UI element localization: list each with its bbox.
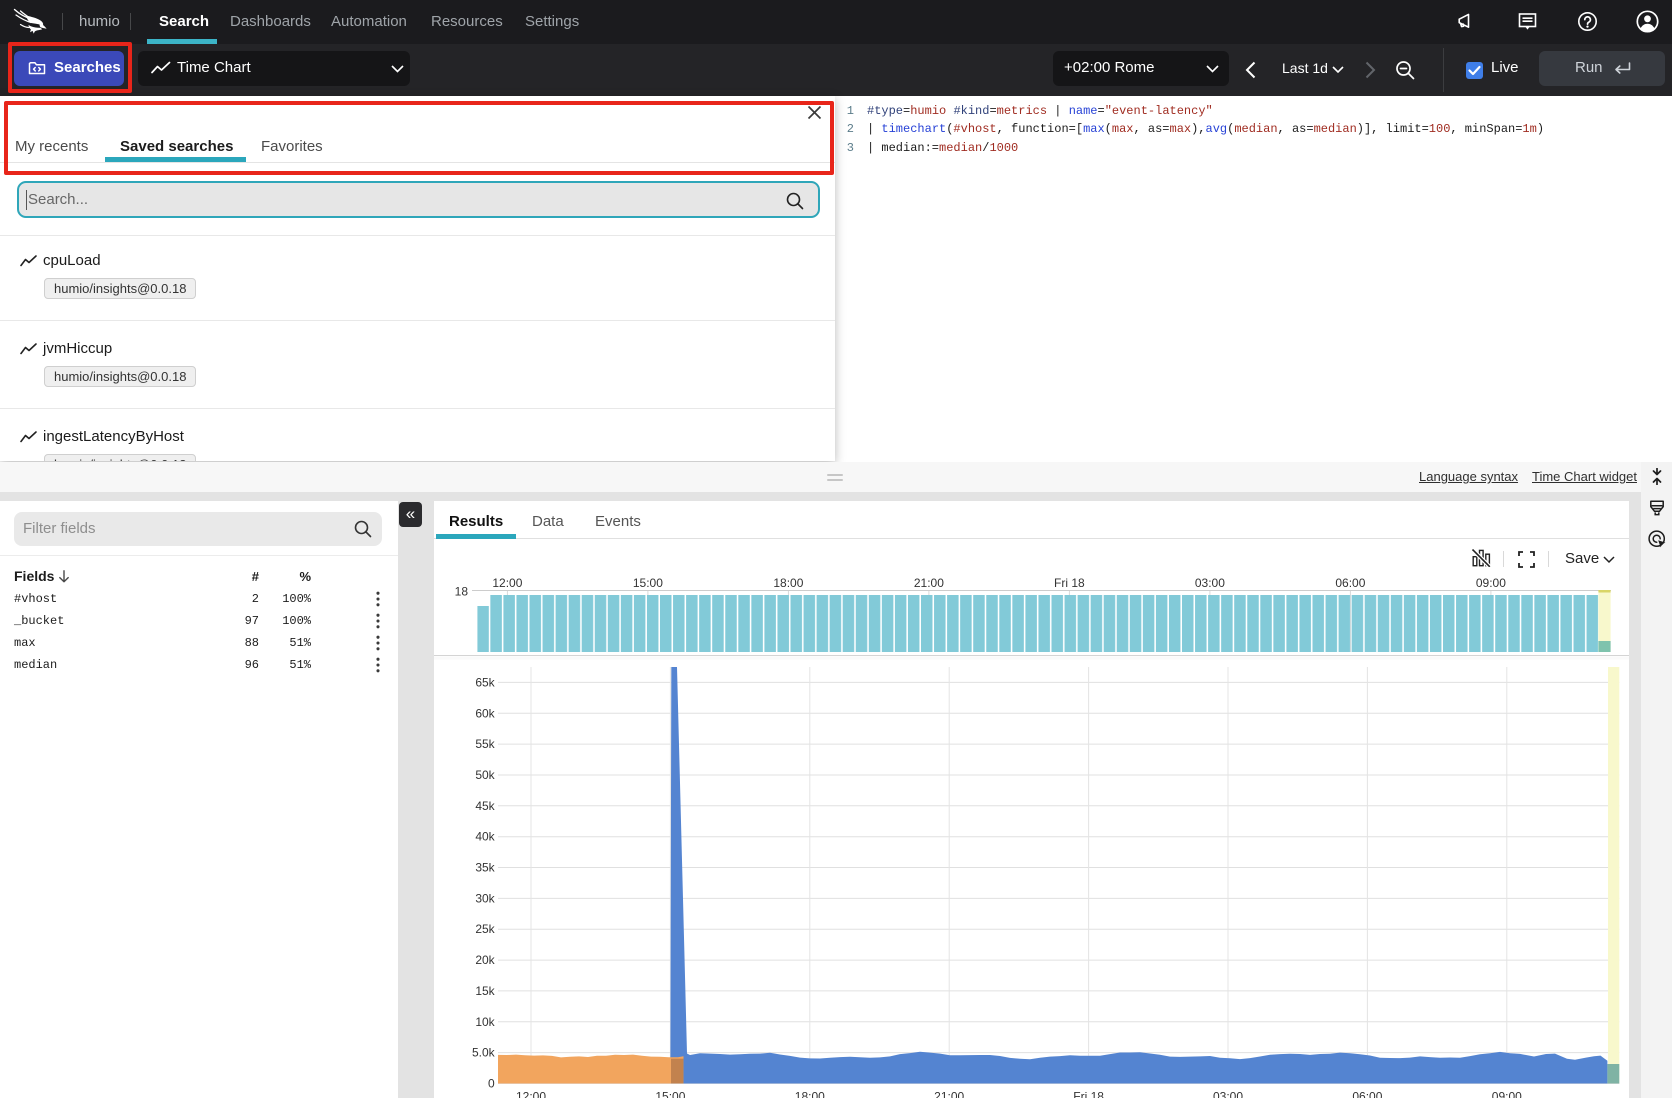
svg-text:10k: 10k (475, 1015, 495, 1029)
svg-text:20k: 20k (475, 953, 495, 967)
svg-text:18: 18 (455, 585, 469, 599)
svg-text:12:00: 12:00 (492, 576, 522, 590)
svg-text:50k: 50k (475, 768, 495, 782)
svg-text:15k: 15k (475, 984, 495, 998)
svg-text:15:00: 15:00 (655, 1090, 685, 1098)
svg-text:5.0k: 5.0k (472, 1046, 496, 1060)
svg-text:18:00: 18:00 (795, 1090, 825, 1098)
svg-text:55k: 55k (475, 737, 495, 751)
svg-text:09:00: 09:00 (1476, 576, 1506, 590)
svg-text:21:00: 21:00 (934, 1090, 964, 1098)
svg-text:06:00: 06:00 (1335, 576, 1365, 590)
svg-text:25k: 25k (475, 922, 495, 936)
svg-text:03:00: 03:00 (1213, 1090, 1243, 1098)
svg-text:45k: 45k (475, 799, 495, 813)
svg-text:21:00: 21:00 (914, 576, 944, 590)
svg-text:09:00: 09:00 (1492, 1090, 1522, 1098)
svg-text:03:00: 03:00 (1195, 576, 1225, 590)
svg-text:18:00: 18:00 (773, 576, 803, 590)
svg-text:06:00: 06:00 (1352, 1090, 1382, 1098)
svg-text:15:00: 15:00 (633, 576, 663, 590)
svg-text:Fri 18: Fri 18 (1073, 1090, 1104, 1098)
svg-text:40k: 40k (475, 830, 495, 844)
svg-text:0: 0 (488, 1077, 495, 1091)
svg-text:12:00: 12:00 (516, 1090, 546, 1098)
svg-text:Fri 18: Fri 18 (1054, 576, 1085, 590)
svg-text:35k: 35k (475, 861, 495, 875)
svg-text:65k: 65k (475, 675, 495, 689)
svg-text:60k: 60k (475, 706, 495, 720)
svg-text:30k: 30k (475, 891, 495, 905)
